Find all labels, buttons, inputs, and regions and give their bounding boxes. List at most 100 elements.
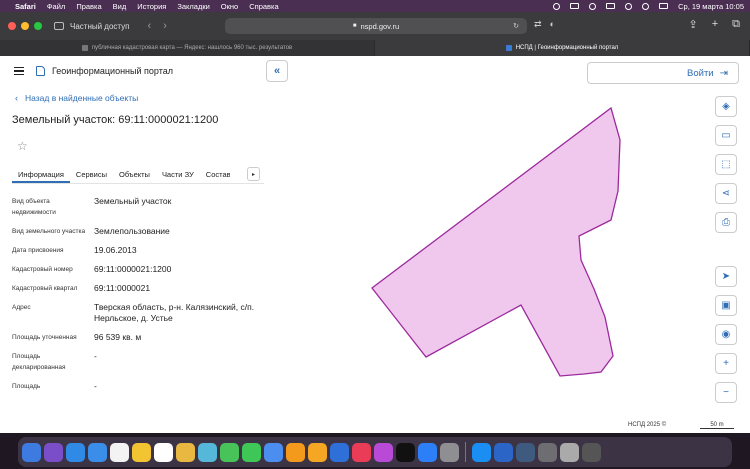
tab-services[interactable]: Сервисы [70, 164, 113, 183]
minimize-window-icon[interactable] [21, 22, 29, 30]
nspd-favicon-icon [505, 45, 512, 51]
lock-icon: ■ [352, 23, 357, 29]
property-label: Вид земельного участка [12, 228, 86, 235]
ruler-button[interactable]: ▭ [715, 125, 737, 146]
menu-icon[interactable] [14, 67, 24, 75]
menu-history[interactable]: История [137, 2, 166, 11]
object-title: Земельный участок: 69:11:0000021:1200 [12, 114, 219, 126]
dock-app-icon[interactable] [396, 442, 415, 462]
address-bar-extras: ⇄ ◐ [534, 19, 555, 30]
dock-app-icon[interactable] [132, 442, 151, 462]
sidebar-toggle-icon[interactable] [54, 22, 64, 30]
favorite-star-icon[interactable]: ☆ [17, 139, 28, 153]
dock-app-icon[interactable] [560, 442, 579, 462]
tab-composite[interactable]: Составные [200, 164, 230, 183]
property-value: - [94, 381, 97, 391]
dock-app-icon[interactable] [198, 442, 217, 462]
tab-info[interactable]: Информация [12, 164, 70, 183]
reload-icon[interactable]: ↻ [513, 22, 519, 30]
dock-app-icon[interactable] [286, 442, 305, 462]
dock-app-icon[interactable] [66, 442, 85, 462]
menu-safari[interactable]: Safari [15, 2, 36, 11]
dock-app-icon[interactable] [264, 442, 283, 462]
navigate-button[interactable]: ➤ [715, 266, 737, 287]
select-area-button[interactable]: ⬚ [715, 154, 737, 175]
collapse-panel-button[interactable]: « [266, 60, 288, 82]
macos-dock-area [0, 433, 750, 469]
property-label: Площадь декларированная [12, 353, 66, 371]
dock-app-icon[interactable] [154, 442, 173, 462]
dock-app-icon[interactable] [494, 442, 513, 462]
private-browsing-label[interactable]: Частный доступ [70, 22, 130, 31]
dock-app-icon[interactable] [472, 442, 491, 462]
share-browser-icon[interactable]: ⇪ [688, 18, 697, 31]
fullscreen-window-icon[interactable] [34, 22, 42, 30]
dock-app-icon[interactable] [220, 442, 239, 462]
menu-file[interactable]: Файл [47, 2, 65, 11]
property-value: - [94, 351, 97, 361]
login-button[interactable]: Войти ⇥ [587, 62, 739, 84]
dock-app-icon[interactable] [44, 442, 63, 462]
browser-tab-yandex[interactable]: публичная кадастровая карта — Яндекс: на… [0, 40, 375, 56]
chevron-left-icon: ‹ [15, 93, 18, 103]
menubar-clock[interactable]: Ср, 19 марта 10:05 [678, 2, 744, 11]
property-value: Земельный участок [94, 196, 172, 206]
translate-icon[interactable]: ⇄ [534, 19, 542, 30]
toolbar-right-actions: ⇪ + ⧉ [688, 18, 740, 31]
new-tab-icon[interactable]: + [712, 18, 718, 31]
property-row: Вид объекта недвижимости Земельный участ… [12, 196, 262, 218]
battery-icon[interactable] [606, 3, 616, 9]
map-scale-bar: 50 m [700, 422, 734, 429]
dock-app-icon[interactable] [176, 442, 195, 462]
back-arrow-icon[interactable]: ‹ [148, 20, 152, 32]
dock-app-icon[interactable] [242, 442, 261, 462]
dock-app-icon[interactable] [22, 442, 41, 462]
control-center-icon[interactable] [659, 3, 669, 9]
dock-app-icon[interactable] [440, 442, 459, 462]
minimap-button[interactable]: ▣ [715, 295, 737, 316]
dock-app-icon[interactable] [308, 442, 327, 462]
status-icon[interactable] [553, 2, 561, 10]
property-row: Адрес Тверская область, р-н. Калязинский… [12, 302, 262, 324]
property-row: Кадастровый номер 69:11:0000021:1200 [12, 264, 262, 275]
portal-header: Геоинформационный портал [0, 56, 265, 86]
tab-overview-icon[interactable]: ⧉ [732, 18, 740, 31]
property-label: Площадь уточненная [12, 334, 77, 341]
property-label: Дата присвоения [12, 247, 64, 254]
menu-help[interactable]: Справка [249, 2, 278, 11]
menu-view[interactable]: Вид [113, 2, 127, 11]
play-icon[interactable] [589, 2, 597, 10]
dock-app-icon[interactable] [88, 442, 107, 462]
zoom-in-button[interactable]: + [715, 353, 737, 374]
wifi-icon[interactable] [625, 2, 633, 10]
dock-app-icon[interactable] [110, 442, 129, 462]
tabs-scroll-right-icon[interactable]: ▸ [247, 167, 260, 181]
dock-app-icon[interactable] [418, 442, 437, 462]
display-icon[interactable] [570, 3, 580, 9]
menu-bookmarks[interactable]: Закладки [177, 2, 209, 11]
menu-edit[interactable]: Правка [76, 2, 101, 11]
address-bar[interactable]: ■ nspd.gov.ru ↻ [225, 18, 527, 34]
back-to-results-link[interactable]: ‹ Назад в найденные объекты [15, 93, 138, 103]
dock-app-icon[interactable] [516, 442, 535, 462]
print-button[interactable]: ⎙ [715, 212, 737, 233]
close-window-icon[interactable] [8, 22, 16, 30]
dock-app-icon[interactable] [538, 442, 557, 462]
layers-button[interactable]: ◈ [715, 96, 737, 117]
dock-app-icon[interactable] [582, 442, 601, 462]
login-icon: ⇥ [719, 67, 728, 79]
share-button[interactable]: ⋖ [715, 183, 737, 204]
menu-window[interactable]: Окно [221, 2, 238, 11]
forward-arrow-icon[interactable]: › [163, 20, 167, 32]
dock-app-icon[interactable] [330, 442, 349, 462]
privacy-report-icon[interactable]: ◐ [550, 19, 555, 30]
search-icon[interactable] [642, 2, 650, 10]
zoom-out-button[interactable]: − [715, 382, 737, 403]
dock-app-icon[interactable] [374, 442, 393, 462]
dock-app-icon[interactable] [352, 442, 371, 462]
location-button[interactable]: ◉ [715, 324, 737, 345]
tab-parcel-parts[interactable]: Части ЗУ [156, 164, 200, 183]
browser-tab-nspd[interactable]: НСПД | Геоинформационный портал [375, 40, 750, 56]
land-parcel-polygon[interactable] [371, 106, 621, 377]
tab-objects[interactable]: Объекты [113, 164, 156, 183]
